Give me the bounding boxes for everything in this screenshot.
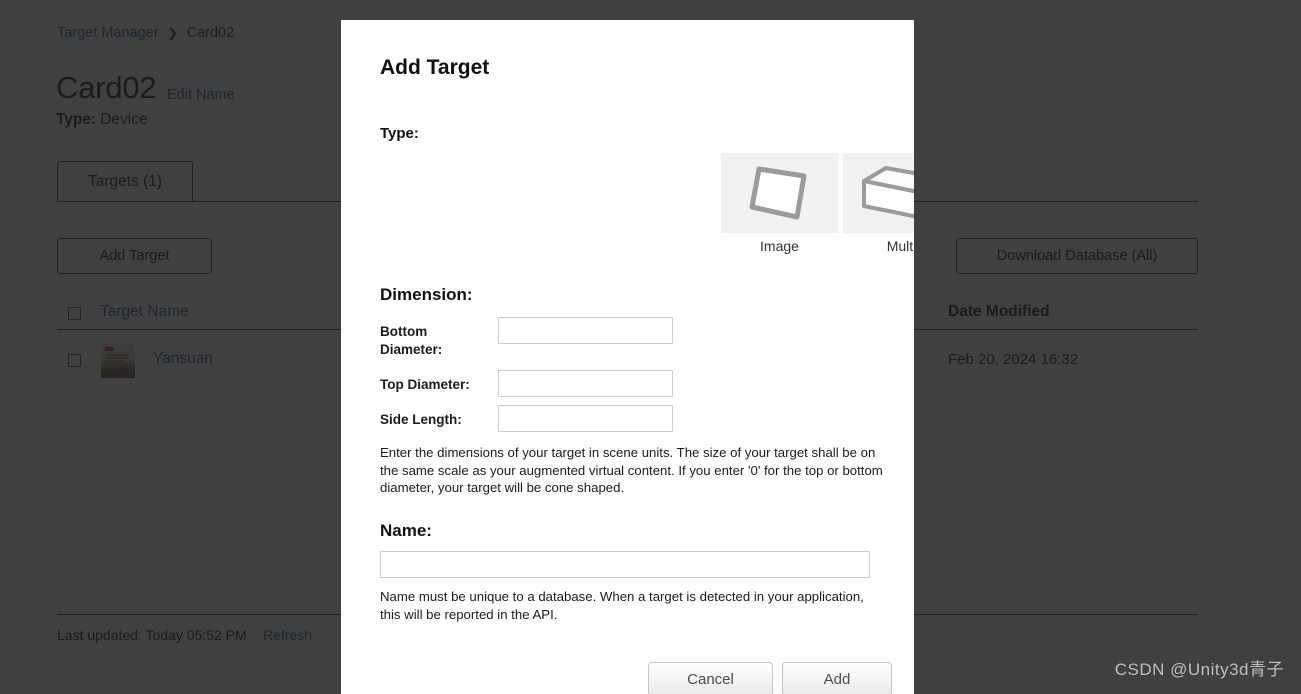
type-label-image: Image — [760, 238, 799, 254]
name-input[interactable] — [380, 551, 870, 578]
image-plane-icon — [749, 166, 806, 220]
dimension-section-label: Dimension: — [380, 285, 473, 304]
top-diameter-input[interactable] — [498, 370, 673, 397]
name-section-label: Name: — [380, 521, 432, 540]
top-diameter-label: Top Diameter: — [380, 377, 470, 392]
type-option-multi[interactable] — [843, 153, 914, 233]
cancel-button[interactable]: Cancel — [648, 662, 773, 694]
type-label-multi: Multi — [886, 238, 914, 254]
bottom-diameter-input[interactable] — [498, 317, 673, 344]
bottom-diameter-label: Bottom Diameter: — [380, 324, 443, 357]
box-icon — [861, 166, 914, 219]
dimension-help-text: Enter the dimensions of your target in s… — [380, 445, 883, 495]
modal-title: Add Target — [380, 56, 490, 79]
type-section-label: Type: — [380, 125, 419, 142]
side-length-input[interactable] — [498, 405, 673, 432]
add-target-modal: Add Target Type: Image Multi Dimension: … — [341, 20, 914, 694]
add-button[interactable]: Add — [782, 662, 892, 694]
side-length-label: Side Length: — [380, 412, 462, 427]
type-option-image[interactable] — [721, 153, 838, 233]
name-help-text: Name must be unique to a database. When … — [380, 589, 864, 622]
app-root: Target Manager ❯ Card02 Card02 Edit Name… — [0, 0, 1301, 694]
watermark: CSDN @Unity3d青子 — [1114, 660, 1284, 679]
